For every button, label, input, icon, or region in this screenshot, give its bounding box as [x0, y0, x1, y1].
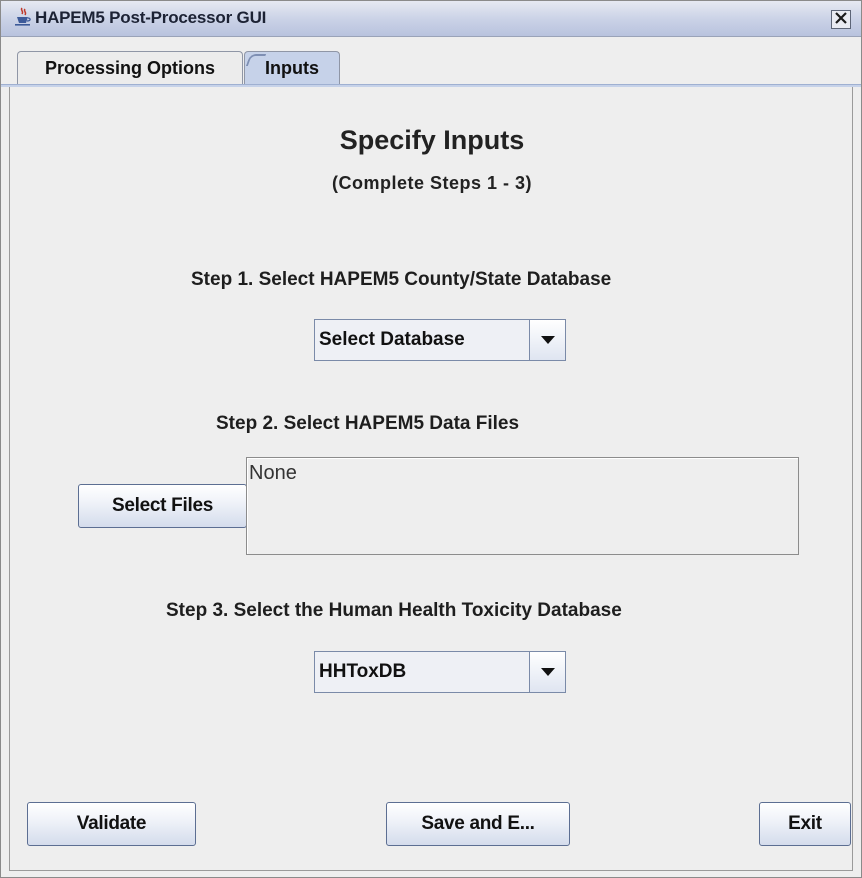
page-title: Specify Inputs: [339, 125, 525, 155]
step1-label: Step 1. Select HAPEM5 County/State Datab…: [191, 269, 612, 290]
database-select-value: Select Database: [315, 320, 529, 360]
save-label: Save and E...: [421, 813, 535, 834]
tab-label: Processing Options: [44, 58, 216, 78]
chevron-down-icon: [540, 663, 555, 681]
tab-inputs[interactable]: Inputs: [244, 51, 340, 85]
exit-button[interactable]: Exit: [759, 802, 851, 846]
exit-label: Exit: [788, 813, 822, 834]
step3-label: Step 3. Select the Human Health Toxicity…: [166, 600, 622, 621]
database-select[interactable]: Select Database: [314, 319, 566, 361]
java-cup-icon: [13, 7, 33, 27]
select-files-button[interactable]: Select Files: [78, 484, 247, 528]
validate-label: Validate: [76, 813, 147, 834]
save-and-exit-button[interactable]: Save and E...: [386, 802, 570, 846]
tab-label: Inputs: [265, 58, 319, 78]
chevron-down-icon: [540, 331, 555, 349]
toxicity-select-value: HHToxDB: [315, 652, 529, 692]
step2-label: Step 2. Select HAPEM5 Data Files: [216, 413, 520, 434]
database-dropdown-button[interactable]: [529, 320, 565, 360]
close-icon: [835, 11, 847, 29]
close-button[interactable]: [831, 10, 851, 29]
tab-processing-options[interactable]: Processing Options: [17, 51, 243, 85]
selected-files-text: None: [249, 462, 297, 484]
toxicity-database-select[interactable]: HHToxDB: [314, 651, 566, 693]
select-files-label: Select Files: [112, 495, 213, 516]
toxicity-dropdown-button[interactable]: [529, 652, 565, 692]
title-bar[interactable]: HAPEM5 Post-Processor GUI: [1, 1, 861, 37]
app-window: HAPEM5 Post-Processor GUI Processing Opt…: [0, 0, 862, 878]
page-subtitle: (Complete Steps 1 - 3): [331, 173, 533, 193]
validate-button[interactable]: Validate: [27, 802, 196, 846]
selected-files-list[interactable]: None: [246, 457, 799, 555]
window-title: HAPEM5 Post-Processor GUI: [35, 8, 267, 27]
